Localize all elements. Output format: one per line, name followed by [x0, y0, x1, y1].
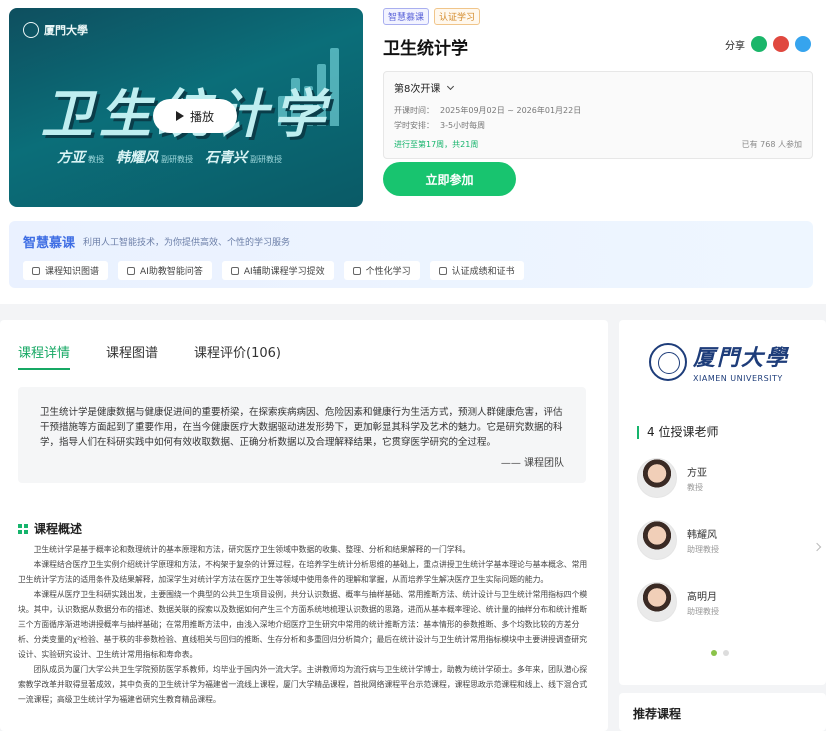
- carousel-dot[interactable]: [723, 650, 729, 656]
- schedule-label: 学时安排：: [394, 121, 434, 130]
- tag-certified: 认证学习: [434, 8, 481, 25]
- teacher-title: 助理教授: [687, 544, 719, 554]
- feature-label: AI辅助课程学习提效: [243, 267, 325, 277]
- cover-teacher-name: 方亚: [57, 150, 85, 166]
- feature-personalized[interactable]: 个性化学习: [343, 261, 420, 280]
- feature-label: 个性化学习: [365, 267, 411, 277]
- feature-certificate[interactable]: 认证成绩和证书: [429, 261, 524, 280]
- avatar: [637, 520, 677, 560]
- overview-body: 卫生统计学是基于概率论和数理统计的基本原理和方法，研究医疗卫生领域中数据的收集、…: [18, 542, 588, 707]
- overview-paragraph: 本课程从医疗卫生科研实践出发，主要围绕一个典型的公共卫生项目设例，共分认识数据、…: [18, 590, 588, 659]
- robot-icon: [230, 266, 239, 275]
- detail-tabs: 课程详情 课程图谱 课程评价(106): [18, 342, 281, 370]
- teacher-name: 韩耀风: [687, 529, 717, 541]
- course-info: 智慧慕课 认证学习 卫生统计学 分享 第8次开课 开课时间： 2025年09月0…: [383, 8, 813, 196]
- teacher-count: 4 位授课老师: [637, 426, 718, 439]
- joined-count: 已有 768 人参加: [741, 140, 802, 149]
- chevron-down-icon: [447, 82, 455, 90]
- teacher-card[interactable]: 高明月 助理教授: [637, 582, 719, 622]
- teacher-list: 方亚 教授 韩耀风 助理教授 高明月 助理教授: [637, 458, 719, 644]
- cover-teachers: 方亚 教授 韩耀风 副研教授 石青兴 副研教授: [57, 147, 282, 167]
- overview-paragraph: 团队成员为厦门大学公共卫生学院预防医学系教师，均毕业于国内外一流大学。主讲教师均…: [18, 665, 588, 704]
- feature-ai-learning[interactable]: AI辅助课程学习提效: [221, 261, 334, 280]
- course-cover[interactable]: 厦門大學 卫生统计学 播放 方亚教授 韩耀风副研教授 石青兴副研教授: [9, 8, 363, 207]
- cover-teacher-title: 副研教授: [250, 155, 282, 164]
- cover-logo: 厦門大學: [23, 22, 88, 38]
- play-icon: [175, 111, 184, 121]
- feature-knowledge-graph[interactable]: 课程知识图谱: [23, 261, 109, 280]
- recommended-courses: 推荐课程: [619, 693, 826, 731]
- teacher-name: 方亚: [687, 467, 707, 479]
- share-bar: 分享: [725, 36, 811, 52]
- university-emblem-icon: [649, 342, 687, 381]
- course-header: 厦門大學 卫生统计学 播放 方亚教授 韩耀风副研教授 石青兴副研教授 智慧慕课 …: [0, 0, 826, 304]
- cover-teacher-title: 副研教授: [161, 155, 193, 164]
- avatar: [637, 582, 677, 622]
- time-label: 开课时间：: [394, 106, 434, 115]
- course-tags: 智慧慕课 认证学习: [383, 8, 813, 25]
- teacher-card[interactable]: 方亚 教授: [637, 458, 719, 498]
- recommend-title: 推荐课程: [633, 707, 682, 721]
- smart-desc: 利用人工智能技术，为你提供高效、个性的学习服务: [83, 238, 291, 248]
- intro-signature: —— 课程团队: [500, 458, 564, 469]
- feature-label: 课程知识图谱: [45, 267, 100, 277]
- feature-label: 认证成绩和证书: [451, 267, 515, 277]
- session-panel: 第8次开课 开课时间： 2025年09月02日 ~ 2026年01月22日 学时…: [383, 71, 813, 159]
- time-value: 2025年09月02日 ~ 2026年01月22日: [440, 106, 582, 115]
- cover-teacher-name: 韩耀风: [116, 150, 158, 166]
- smart-brand: 智慧慕课: [23, 236, 76, 251]
- wechat-icon[interactable]: [751, 36, 767, 52]
- cover-university: 厦門大學: [44, 24, 88, 37]
- overview-paragraph: 本课程结合医疗卫生实例介绍统计学原理和方法，不构架于复杂的计算过程，在培养学生统…: [18, 560, 588, 584]
- teacher-title: 教授: [687, 482, 703, 492]
- headset-icon: [127, 266, 136, 275]
- university-logo[interactable]: 厦門大學 XIAMEN UNIVERSITY: [649, 340, 789, 383]
- smart-features: 课程知识图谱 AI助教智能问答 AI辅助课程学习提效 个性化学习 认证成绩和证书: [23, 261, 799, 280]
- grid-icon: [18, 523, 28, 534]
- tab-course-reviews[interactable]: 课程评价(106): [194, 342, 281, 370]
- qq-icon[interactable]: [795, 36, 811, 52]
- course-intro: 卫生统计学是健康数据与健康促进间的重要桥梁，在探索疾病病因、危险因素和健康行为生…: [18, 387, 586, 483]
- smart-mooc-panel: 智慧慕课 利用人工智能技术，为你提供高效、个性的学习服务 课程知识图谱 AI助教…: [9, 221, 813, 288]
- carousel-dots: [711, 650, 729, 656]
- university-seal-icon: [23, 22, 39, 38]
- teacher-sidebar: 厦門大學 XIAMEN UNIVERSITY 4 位授课老师 方亚教授 韩耀风助…: [619, 320, 826, 685]
- feature-label: AI助教智能问答: [140, 267, 203, 277]
- tag-smart-mooc: 智慧慕课: [383, 8, 430, 25]
- session-schedule: 学时安排： 3-5小时每周: [394, 120, 802, 131]
- certificate-icon: [438, 266, 447, 275]
- session-progress: 进行至第17周，共21周: [394, 140, 479, 149]
- play-button[interactable]: 播放: [153, 99, 237, 133]
- carousel-dot[interactable]: [711, 650, 717, 656]
- join-button[interactable]: 立即参加: [383, 162, 516, 196]
- schedule-value: 3-5小时每周: [440, 121, 486, 130]
- chevron-right-icon[interactable]: [812, 542, 822, 552]
- cube-icon: [32, 266, 40, 275]
- tab-course-detail[interactable]: 课程详情: [18, 342, 71, 370]
- avatar: [637, 458, 677, 498]
- feature-ai-qa[interactable]: AI助教智能问答: [118, 261, 212, 280]
- teacher-title: 助理教授: [687, 606, 719, 616]
- tab-course-graph[interactable]: 课程图谱: [106, 342, 158, 370]
- share-label: 分享: [725, 40, 745, 52]
- play-label: 播放: [189, 109, 214, 124]
- teacher-name: 高明月: [687, 591, 717, 603]
- infinity-icon: [352, 266, 361, 275]
- overview-paragraph: 卫生统计学是基于概率论和数理统计的基本原理和方法，研究医疗卫生领域中数据的收集、…: [33, 545, 471, 554]
- session-selected: 第8次开课: [394, 84, 441, 95]
- university-name-en: XIAMEN UNIVERSITY: [693, 374, 783, 383]
- overview-heading: 课程概述: [18, 520, 82, 537]
- intro-text: 卫生统计学是健康数据与健康促进间的重要桥梁，在探索疾病病因、危险因素和健康行为生…: [40, 407, 563, 448]
- cover-teacher-name: 石青兴: [205, 150, 247, 166]
- teacher-card[interactable]: 韩耀风 助理教授: [637, 520, 719, 560]
- session-select[interactable]: 第8次开课: [394, 80, 802, 95]
- weibo-icon[interactable]: [773, 36, 789, 52]
- cover-teacher-title: 教授: [88, 155, 104, 164]
- course-detail-panel: 课程详情 课程图谱 课程评价(106) 卫生统计学是健康数据与健康促进间的重要桥…: [0, 320, 608, 731]
- university-name-cn: 厦門大學: [693, 346, 790, 371]
- session-time: 开课时间： 2025年09月02日 ~ 2026年01月22日: [394, 105, 802, 116]
- overview-title: 课程概述: [34, 522, 83, 536]
